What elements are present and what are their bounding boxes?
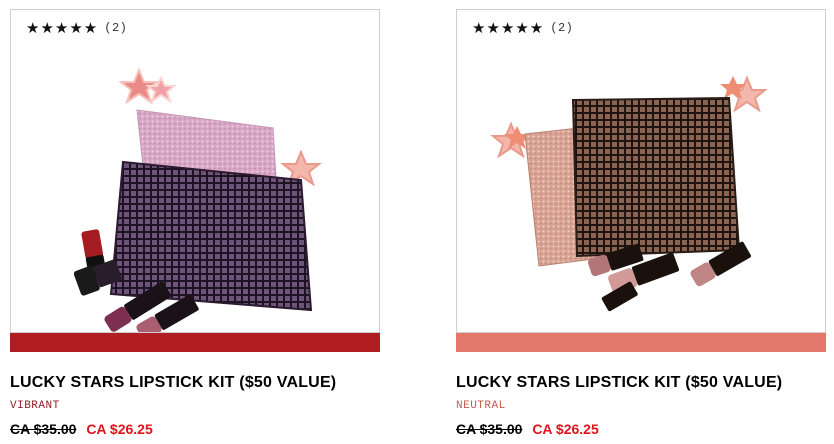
product-image[interactable]: [457, 50, 825, 332]
rating[interactable]: ★★★★★ (2): [26, 19, 127, 37]
price-block: CA $35.00 CA $26.25: [456, 421, 826, 437]
rating-stars-icon: ★★★★★: [472, 20, 545, 37]
product-image-frame[interactable]: ★★★★★ (2): [456, 9, 826, 333]
shade-name: VIBRANT: [10, 400, 60, 412]
shade-name: NEUTRAL: [456, 400, 506, 412]
product-image[interactable]: [11, 50, 379, 332]
review-count: (2): [104, 21, 128, 35]
rating[interactable]: ★★★★★ (2): [472, 19, 573, 37]
rating-stars-icon: ★★★★★: [26, 20, 99, 37]
price-block: CA $35.00 CA $26.25: [10, 421, 380, 437]
shade-swatch-bar: [456, 333, 826, 352]
sale-price: CA $26.25: [86, 421, 153, 437]
lipstick-kit-vibrant-image: [73, 67, 322, 332]
original-price: CA $35.00: [456, 421, 523, 437]
original-price: CA $35.00: [10, 421, 77, 437]
product-image-frame[interactable]: ★★★★★ (2): [10, 9, 380, 333]
shade-swatch-bar: [10, 333, 380, 352]
product-title[interactable]: LUCKY STARS LIPSTICK KIT ($50 VALUE): [10, 374, 380, 392]
lipstick-kit-neutral-image: [490, 75, 768, 312]
product-card-neutral[interactable]: ★★★★★ (2) LUCKY STARS LIPSTICK KIT ($50 …: [456, 9, 826, 437]
product-title[interactable]: LUCKY STARS LIPSTICK KIT ($50 VALUE): [456, 374, 826, 392]
sale-price: CA $26.25: [532, 421, 599, 437]
product-card-vibrant[interactable]: ★★★★★ (2) LUCKY STARS LIPSTICK KIT ($50 …: [10, 9, 380, 437]
review-count: (2): [550, 21, 574, 35]
